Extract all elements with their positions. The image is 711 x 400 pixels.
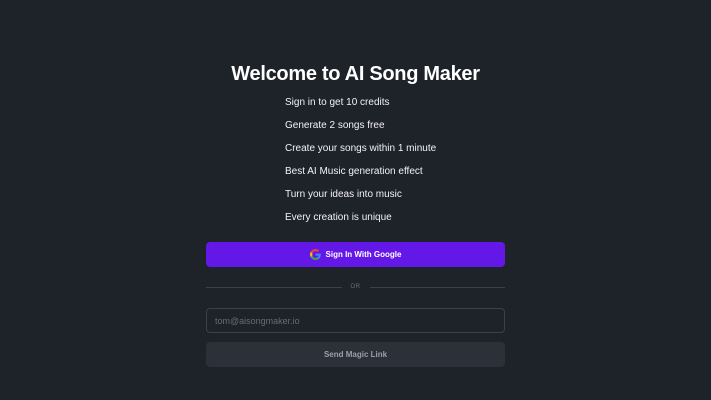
benefit-item: Sign in to get 10 credits: [285, 97, 390, 108]
divider-line: [369, 286, 505, 288]
benefit-list: Sign in to get 10 credits Generate 2 son…: [285, 91, 436, 229]
google-signin-button[interactable]: Sign In With Google: [206, 242, 505, 267]
benefit-item: Generate 2 songs free: [285, 120, 385, 131]
email-input[interactable]: [206, 308, 505, 333]
page-title: Welcome to AI Song Maker: [231, 63, 480, 86]
send-magic-link-button[interactable]: Send Magic Link: [206, 342, 505, 367]
benefit-item: Every creation is unique: [285, 212, 392, 223]
benefit-item: Create your songs within 1 minute: [285, 143, 437, 154]
benefit-item: Best AI Music generation effect: [285, 166, 423, 177]
or-divider: OR: [206, 281, 505, 293]
benefit-item: Turn your ideas into music: [285, 189, 402, 200]
google-signin-label: Sign In With Google: [325, 250, 402, 259]
divider-line: [206, 286, 342, 288]
divider-label: OR: [350, 284, 361, 290]
google-g-icon: [309, 249, 321, 260]
